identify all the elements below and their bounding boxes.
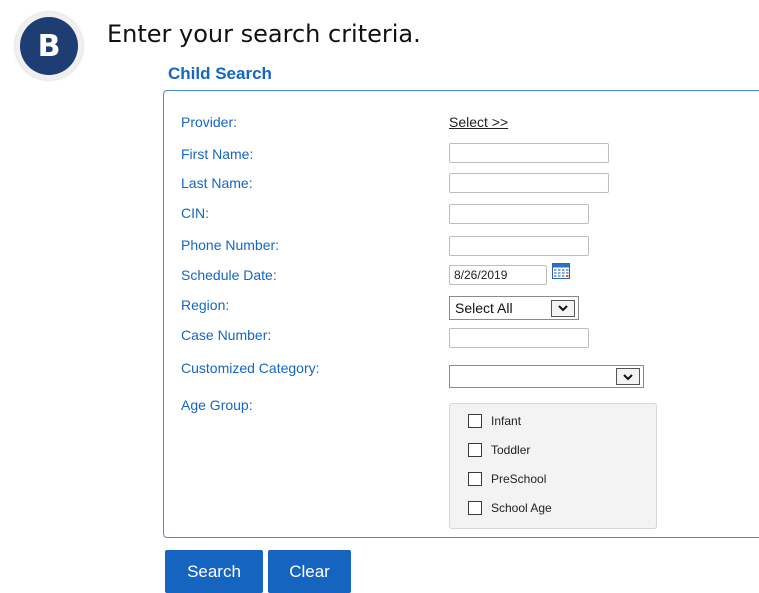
age-option-toddler[interactable]: Toddler [468, 443, 530, 457]
phone-number-label: Phone Number: [181, 237, 280, 253]
age-option-label: Toddler [491, 443, 531, 457]
instruction-text: Enter your search criteria. [107, 20, 421, 48]
last-name-label: Last Name: [181, 175, 253, 191]
preschool-checkbox[interactable] [468, 472, 482, 486]
last-name-input[interactable] [449, 173, 609, 193]
panel-title: Child Search [168, 64, 272, 83]
age-option-school-age[interactable]: School Age [468, 501, 552, 515]
region-selected-value: Select All [455, 300, 513, 316]
age-option-label: School Age [491, 501, 552, 515]
schedule-date-input[interactable] [449, 265, 547, 285]
infant-checkbox[interactable] [468, 414, 482, 428]
age-group-box: Infant Toddler PreSchool School Age [449, 403, 657, 529]
chevron-down-icon [616, 368, 640, 385]
region-label: Region: [181, 297, 230, 313]
school-age-checkbox[interactable] [468, 501, 482, 515]
step-badge: B [15, 12, 83, 80]
case-number-input[interactable] [449, 328, 589, 348]
calendar-icon[interactable] [552, 263, 570, 279]
provider-label: Provider: [181, 114, 238, 130]
cin-label: CIN: [181, 205, 209, 221]
age-option-preschool[interactable]: PreSchool [468, 472, 546, 486]
age-group-label: Age Group: [181, 397, 253, 413]
case-number-label: Case Number: [181, 327, 272, 343]
step-letter: B [20, 17, 78, 75]
clear-button[interactable]: Clear [268, 550, 351, 593]
customized-category-label: Customized Category: [181, 360, 320, 376]
region-select[interactable]: Select All [449, 296, 579, 320]
age-option-label: Infant [491, 414, 522, 428]
search-button[interactable]: Search [165, 550, 263, 593]
phone-number-input[interactable] [449, 236, 589, 256]
cin-input[interactable] [449, 204, 589, 224]
customized-category-select[interactable] [449, 365, 644, 388]
toddler-checkbox[interactable] [468, 443, 482, 457]
first-name-input[interactable] [449, 143, 609, 163]
chevron-down-icon [551, 299, 575, 317]
age-option-infant[interactable]: Infant [468, 414, 521, 428]
first-name-label: First Name: [181, 146, 254, 162]
schedule-date-label: Schedule Date: [181, 267, 277, 283]
age-option-label: PreSchool [491, 472, 547, 486]
provider-select-link[interactable]: Select >> [449, 114, 508, 130]
